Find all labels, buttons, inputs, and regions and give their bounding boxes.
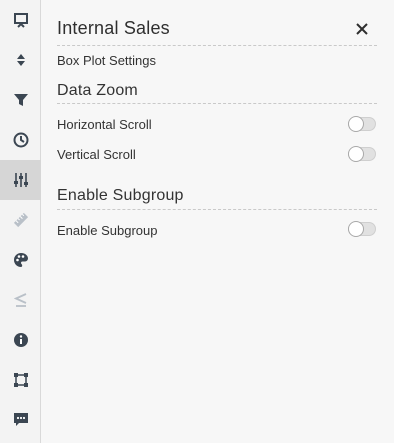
close-icon[interactable] xyxy=(355,22,369,36)
toggle-knob xyxy=(348,146,364,162)
left-icon-rail xyxy=(0,0,41,443)
settings-panel: Internal Sales Box Plot Settings Data Zo… xyxy=(41,0,394,443)
palette-icon xyxy=(13,253,28,267)
enable-subgroup-label: Enable Subgroup xyxy=(57,223,158,238)
rail-button-filter[interactable] xyxy=(0,80,41,120)
title-divider xyxy=(57,45,377,46)
panel-subtitle: Box Plot Settings xyxy=(57,53,156,68)
filter-icon xyxy=(13,94,28,106)
rail-button-clock[interactable] xyxy=(0,120,41,160)
rail-button-comment[interactable] xyxy=(0,400,41,440)
rail-button-less-equal[interactable] xyxy=(0,280,41,320)
vertical-scroll-label: Vertical Scroll xyxy=(57,147,136,162)
ruler-icon xyxy=(13,212,28,228)
enable-subgroup-toggle[interactable] xyxy=(348,221,376,237)
rail-button-selection[interactable] xyxy=(0,360,41,400)
presentation-icon xyxy=(13,13,28,28)
sort-arrows-icon xyxy=(16,54,25,66)
comment-icon xyxy=(13,413,28,426)
rail-button-settings[interactable] xyxy=(0,160,41,200)
rail-button-presentation[interactable] xyxy=(0,0,41,40)
section-heading-enable-subgroup: Enable Subgroup xyxy=(57,187,184,204)
toggle-knob xyxy=(348,221,364,237)
rail-button-info[interactable] xyxy=(0,320,41,360)
vertical-scroll-toggle[interactable] xyxy=(348,146,376,162)
rail-button-palette[interactable] xyxy=(0,240,41,280)
info-icon xyxy=(13,333,28,347)
panel-title: Internal Sales xyxy=(57,18,170,38)
clock-icon xyxy=(13,132,28,148)
section-heading-data-zoom: Data Zoom xyxy=(57,82,138,99)
selection-box-icon xyxy=(13,373,28,387)
horizontal-scroll-label: Horizontal Scroll xyxy=(57,117,152,132)
section-divider xyxy=(57,103,377,104)
rail-button-ruler[interactable] xyxy=(0,200,41,240)
section-divider xyxy=(57,209,377,210)
sliders-icon xyxy=(13,173,28,187)
rail-button-sort[interactable] xyxy=(0,40,41,80)
less-equal-icon xyxy=(13,293,26,307)
toggle-knob xyxy=(348,116,364,132)
horizontal-scroll-toggle[interactable] xyxy=(348,116,376,132)
